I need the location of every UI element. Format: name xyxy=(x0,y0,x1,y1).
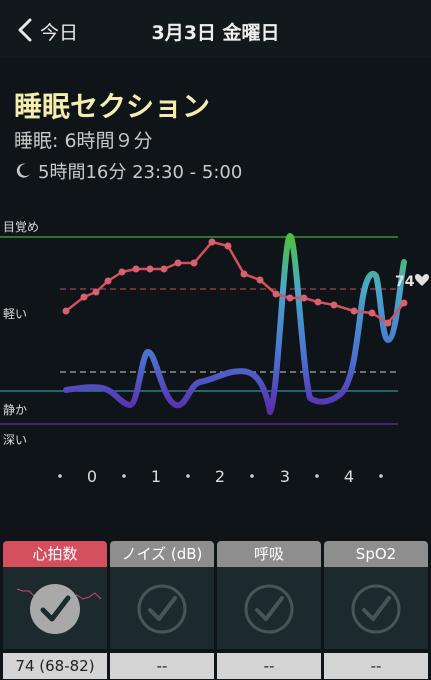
checkmark-outline-icon xyxy=(137,584,187,634)
checkmark-icon xyxy=(30,584,80,634)
respiration-thumbnail xyxy=(217,567,321,649)
heart-rate-point xyxy=(62,307,70,315)
heart-rate-point xyxy=(80,293,88,301)
page-title: 3月3日 金曜日 xyxy=(151,22,280,44)
heart-rate-point xyxy=(350,307,358,315)
heart-rate-point xyxy=(104,277,112,285)
panel-header-spo2: SpO2 xyxy=(324,541,428,567)
spo2-value: -- xyxy=(324,653,428,679)
heart-rate-value: 74 (68-82) xyxy=(3,653,107,679)
heart-rate-point xyxy=(330,301,338,309)
x-tick-label: 1 xyxy=(151,467,161,486)
sleep-range-text: 5時間16分 23:30 - 5:00 xyxy=(38,162,243,183)
panel-heart-rate[interactable]: 心拍数 74 (68-82) xyxy=(3,541,107,680)
heart-rate-point xyxy=(368,309,376,317)
heart-rate-point xyxy=(92,288,100,296)
panel-respiration[interactable]: 呼吸 -- xyxy=(217,541,321,680)
sleep-range: 5時間16分 23:30 - 5:00 xyxy=(14,158,242,184)
noise-thumbnail xyxy=(110,567,214,649)
checkmark-outline-icon xyxy=(244,584,294,634)
heart-icon xyxy=(415,273,429,286)
x-axis: 0 1 2 3 4 xyxy=(58,467,383,486)
heart-rate-series xyxy=(62,238,408,327)
heart-rate-point xyxy=(208,238,216,246)
x-tick-label: 3 xyxy=(280,467,290,486)
heart-rate-point xyxy=(272,290,280,298)
heart-rate-point xyxy=(174,259,182,267)
noise-value: -- xyxy=(110,653,214,679)
heart-rate-point xyxy=(160,265,168,273)
checkmark-outline-icon xyxy=(351,584,401,634)
heart-rate-point xyxy=(256,276,264,284)
y-label-awake: 目覚め xyxy=(3,220,39,234)
heart-rate-point xyxy=(314,298,322,306)
heart-rate-point xyxy=(132,265,140,273)
x-axis-dot xyxy=(379,474,383,478)
panel-noise[interactable]: ノイズ (dB) -- xyxy=(110,541,214,680)
y-label-light: 軽い xyxy=(3,307,27,321)
heart-rate-point xyxy=(224,242,232,250)
heart-rate-thumbnail xyxy=(3,567,107,649)
respiration-value: -- xyxy=(217,653,321,679)
section-title: 睡眠セクション xyxy=(14,90,211,123)
sleep-stage-line xyxy=(63,233,407,415)
x-axis-dot xyxy=(58,474,62,478)
heart-rate-point xyxy=(300,294,308,302)
heart-rate-point xyxy=(118,268,126,276)
panel-header-respiration: 呼吸 xyxy=(217,541,321,567)
panel-header-noise: ノイズ (dB) xyxy=(110,541,214,567)
x-tick-label: 0 xyxy=(87,467,97,486)
x-axis-dot xyxy=(186,474,190,478)
heart-rate-point xyxy=(240,270,248,278)
x-tick-label: 2 xyxy=(215,467,225,486)
hr-end-value: 74 xyxy=(395,274,415,290)
x-axis-dot xyxy=(315,474,319,478)
sleep-chart: 目覚め 軽い 静か 深い 74 0 1 2 3 4 xyxy=(0,220,429,486)
x-tick-label: 4 xyxy=(344,467,354,486)
heart-rate-point xyxy=(384,319,392,327)
y-label-deep: 深い xyxy=(3,433,27,447)
heart-rate-point xyxy=(286,294,294,302)
x-axis-dot xyxy=(122,474,126,478)
spo2-thumbnail xyxy=(324,567,428,649)
panel-header-heart-rate: 心拍数 xyxy=(3,541,107,567)
moon-icon xyxy=(16,163,30,178)
sleep-duration: 睡眠: 6時間９分 xyxy=(14,130,153,152)
x-axis-dot xyxy=(250,474,254,478)
heart-rate-point xyxy=(146,265,154,273)
y-label-quiet: 静か xyxy=(3,403,27,417)
heart-rate-point xyxy=(190,259,198,267)
heart-rate-point xyxy=(400,299,408,307)
top-bar: 今日 3月3日 金曜日 xyxy=(0,0,431,58)
panel-spo2[interactable]: SpO2 -- xyxy=(324,541,428,680)
